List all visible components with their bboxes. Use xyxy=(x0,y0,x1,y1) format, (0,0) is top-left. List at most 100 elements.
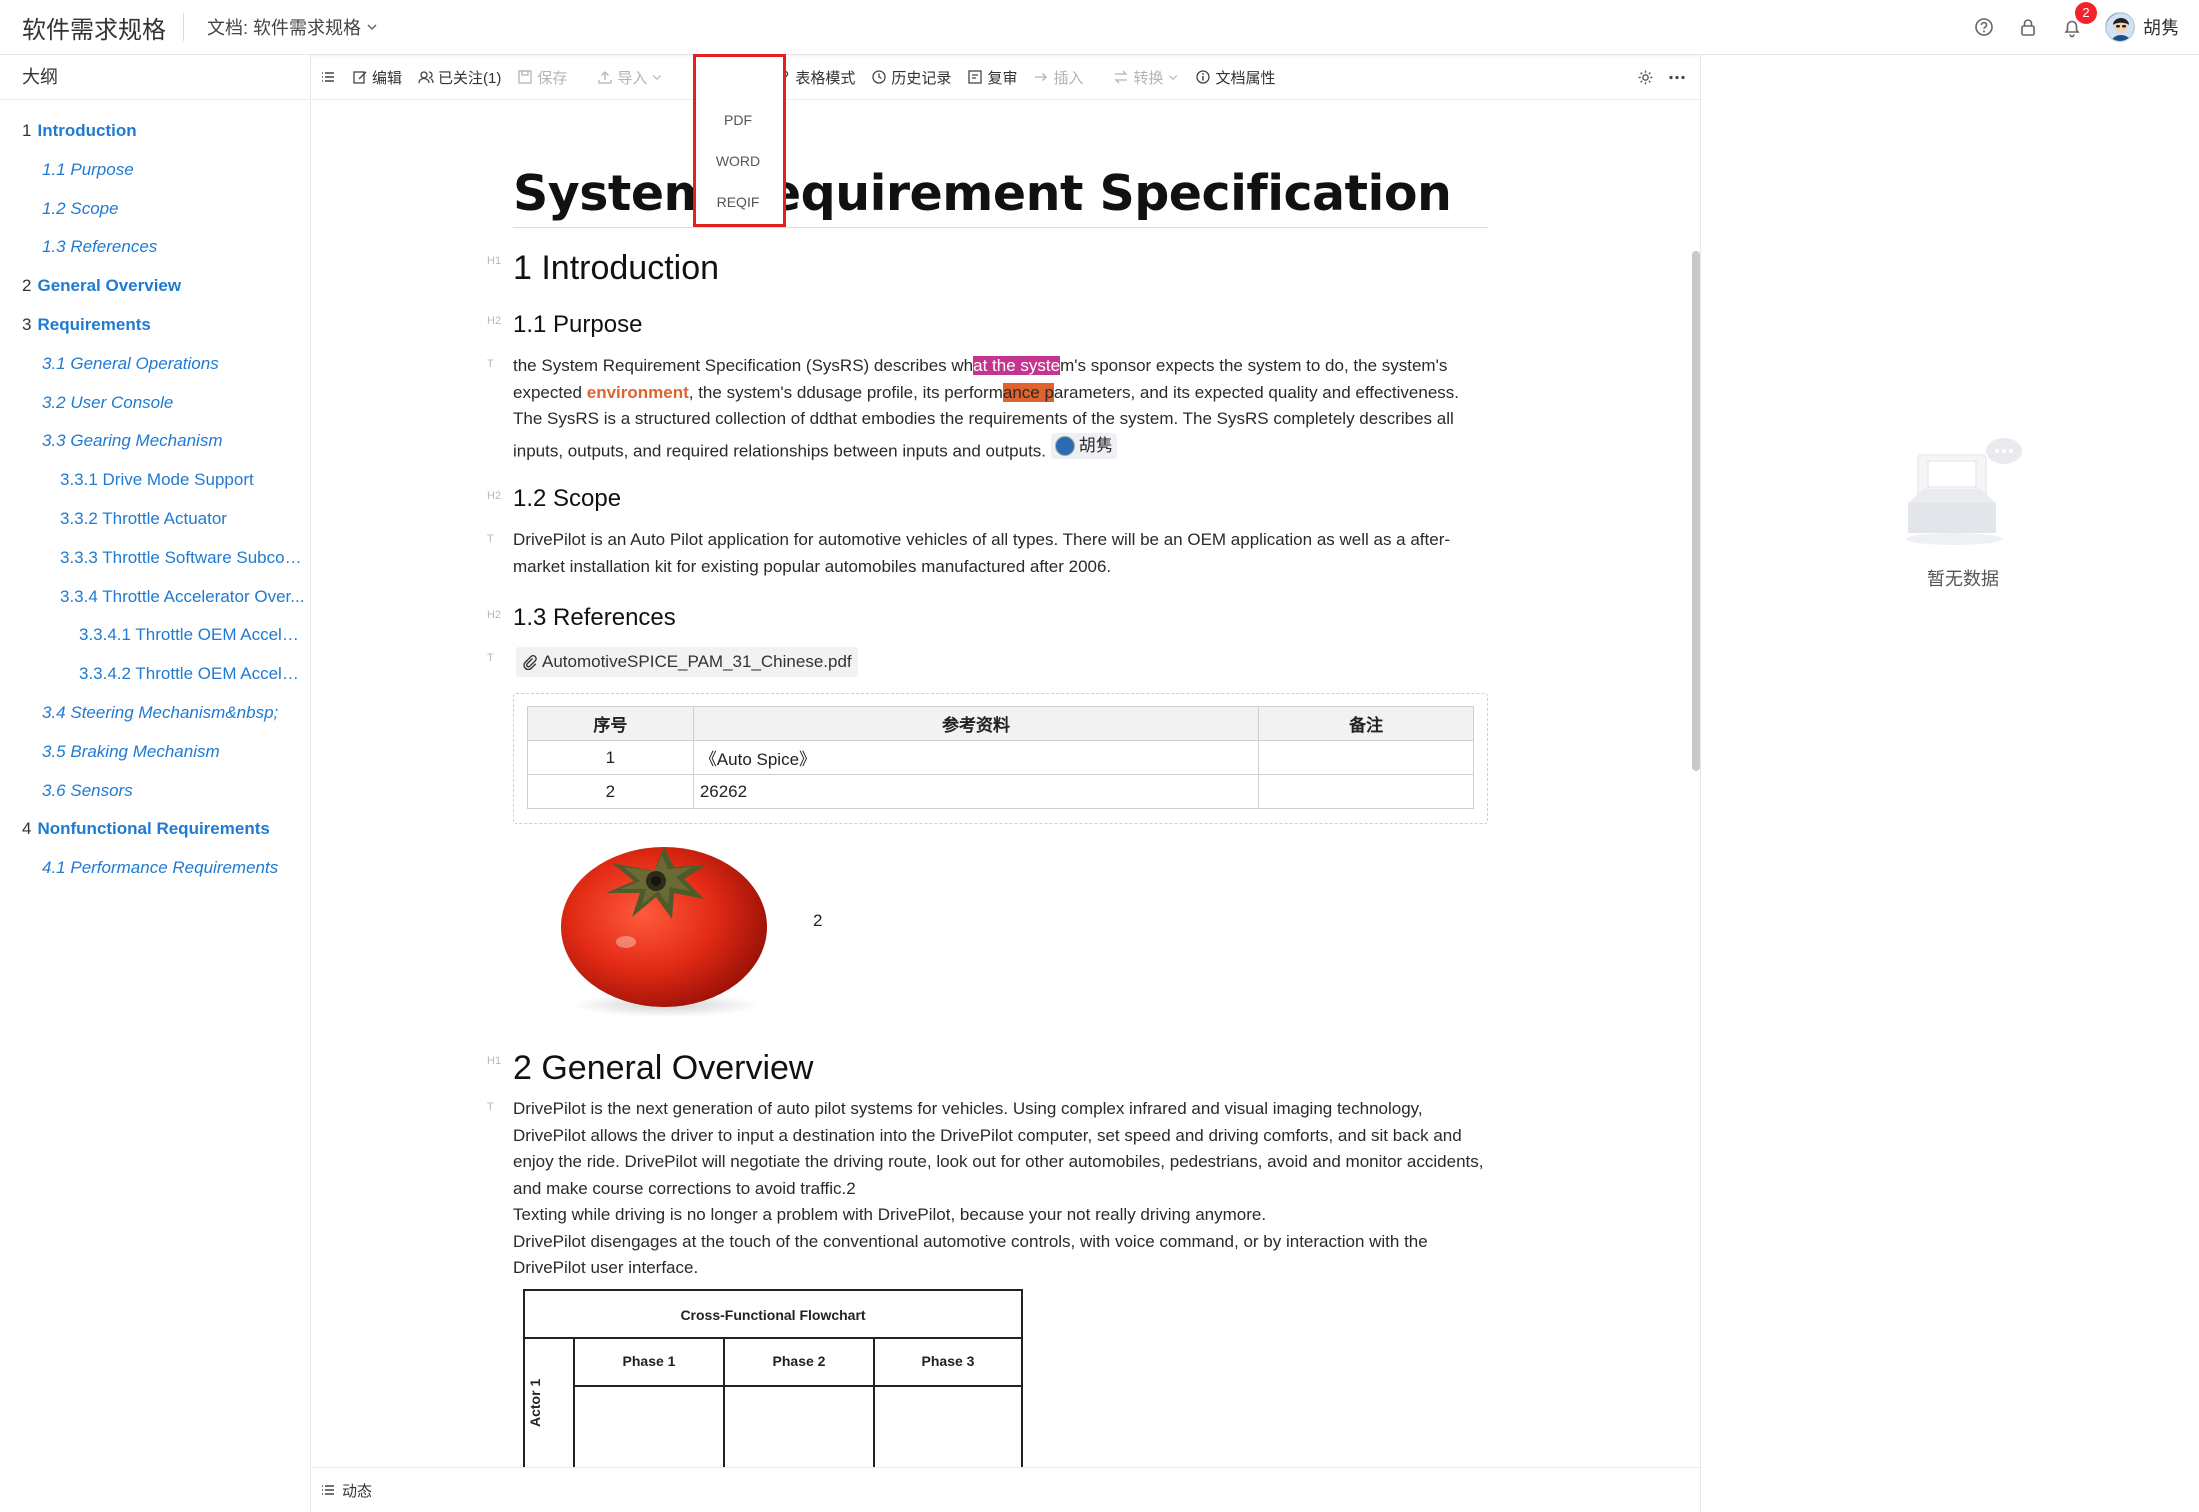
heading-level-marker: H1 xyxy=(487,1055,502,1067)
heading-references[interactable]: 1.3 References xyxy=(513,603,676,633)
history-label: 历史记录 xyxy=(891,69,952,87)
overview-line: DrivePilot disengages at the touch of th… xyxy=(513,1231,1428,1278)
outline-item[interactable]: 3.1 General Operations xyxy=(0,345,310,384)
insert-button[interactable]: 插入 xyxy=(1025,55,1091,100)
persimmon-image[interactable] xyxy=(516,827,808,1020)
image-caption: 2 xyxy=(813,911,823,930)
outline-title: 大纲 xyxy=(0,55,310,100)
user-mention[interactable]: 胡隽 xyxy=(1050,432,1117,459)
mention-name: 胡隽 xyxy=(1078,435,1113,455)
cross-functional-flowchart[interactable]: Cross-Functional Flowchart Actor 1 Phase… xyxy=(523,1289,1023,1467)
outline-item[interactable]: 3.6 Sensors xyxy=(0,772,310,811)
outline-item[interactable]: 3.2 User Console xyxy=(0,384,310,423)
table-mode-label: 表格模式 xyxy=(795,69,856,87)
outline-item[interactable]: 3.3.2 Throttle Actuator xyxy=(0,500,310,539)
help-icon[interactable] xyxy=(1973,16,1995,38)
table-row: 1 《Auto Spice》 xyxy=(527,740,1474,775)
chevron-down-icon xyxy=(367,24,377,31)
outline-item[interactable]: 4 Nonfunctional Requirements xyxy=(0,810,310,849)
outline-item-label: 3.3.4.1 Throttle OEM Acceler... xyxy=(79,625,310,645)
flowchart-phase: Phase 2 xyxy=(725,1337,875,1387)
outline-item[interactable]: 4.1 Performance Requirements xyxy=(0,849,310,888)
outline-item-label: 3.3.4 Throttle Accelerator Over... xyxy=(60,586,305,606)
heading-introduction[interactable]: 1 Introduction xyxy=(513,247,719,289)
user-name: 胡隽 xyxy=(2143,18,2179,38)
outline-item-label: 3.3.3 Throttle Software Subcon... xyxy=(60,547,309,567)
export-dropdown-menu: PDF WORD REQIF xyxy=(698,100,778,223)
paragraph-overview[interactable]: DrivePilot is the next generation of aut… xyxy=(513,1096,1488,1282)
settings-gear-icon[interactable] xyxy=(1637,69,1654,86)
convert-label: 转换 xyxy=(1133,69,1164,87)
heading-scope[interactable]: 1.2 Scope xyxy=(513,484,621,514)
outline-item[interactable]: 1.2 Scope xyxy=(0,190,310,229)
save-button[interactable]: 保存 xyxy=(509,55,575,100)
review-button[interactable]: 复审 xyxy=(959,55,1025,100)
outline-item[interactable]: 2 General Overview xyxy=(0,267,310,306)
heading-general-overview[interactable]: 2 General Overview xyxy=(513,1047,813,1089)
export-pdf-option[interactable]: PDF xyxy=(698,100,778,141)
flowchart-phase: Phase 1 xyxy=(575,1337,725,1387)
attachment-name: AutomotiveSPICE_PAM_31_Chinese.pdf xyxy=(542,652,852,671)
export-word-option[interactable]: WORD xyxy=(698,141,778,182)
outline-item[interactable]: 3.5 Braking Mechanism xyxy=(0,733,310,772)
outline-item[interactable]: 3.3.1 Drive Mode Support xyxy=(0,461,310,500)
outline-item[interactable]: 3.4 Steering Mechanism&nbsp; xyxy=(0,694,310,733)
outline-item[interactable]: 3.3 Gearing Mechanism xyxy=(0,422,310,461)
outline-item[interactable]: 1.3 References xyxy=(0,228,310,267)
outline-item[interactable]: 3.3.4.2 Throttle OEM Acceler... xyxy=(0,655,310,694)
doc-breadcrumb[interactable]: 文档: 软件需求规格 xyxy=(207,14,379,40)
export-reqif-option[interactable]: REQIF xyxy=(698,182,778,223)
empty-state-text: 暂无数据 xyxy=(1927,569,1999,589)
outline-item[interactable]: 3.3.4 Throttle Accelerator Over... xyxy=(0,578,310,617)
outline-item[interactable]: 1 Introduction xyxy=(0,112,310,151)
lock-icon[interactable] xyxy=(2017,16,2039,38)
table-cell[interactable] xyxy=(1258,740,1474,775)
activity-bar[interactable]: 动态 xyxy=(312,1467,1700,1512)
edit-icon xyxy=(353,71,367,84)
document-scrollbar[interactable] xyxy=(1692,251,1700,771)
outline-item-label: 3.4 Steering Mechanism&nbsp; xyxy=(42,702,279,722)
table-cell[interactable]: 2 xyxy=(527,774,694,809)
more-icon[interactable] xyxy=(1668,69,1686,86)
follow-button[interactable]: 已关注(1) xyxy=(410,55,509,100)
user-menu[interactable]: 胡隽 xyxy=(2105,12,2179,42)
editor-toolbar: 编辑 已关注(1) 保存 导入 导出 表格模式 历史记录 复审 插入 转换 xyxy=(312,55,1700,100)
activity-label: 动态 xyxy=(342,1482,373,1500)
paragraph-marker: T xyxy=(487,358,494,370)
paragraph-purpose[interactable]: the System Requirement Specification (Sy… xyxy=(513,353,1488,464)
outline-item[interactable]: 3.3.3 Throttle Software Subcon... xyxy=(0,539,310,578)
insert-label: 插入 xyxy=(1053,69,1084,87)
save-icon xyxy=(518,70,533,84)
outline-toggle-button[interactable] xyxy=(312,55,344,100)
save-label: 保存 xyxy=(537,69,568,87)
paragraph-scope[interactable]: DrivePilot is an Auto Pilot application … xyxy=(513,527,1488,580)
convert-button[interactable]: 转换 xyxy=(1105,55,1187,100)
references-table[interactable]: 序号 参考资料 备注 1 《Auto Spice》 2 26262 xyxy=(527,706,1474,809)
paragraph-marker: T xyxy=(487,652,494,664)
outline-item-label: 3.1 General Operations xyxy=(42,353,219,373)
table-cell[interactable]: 26262 xyxy=(692,774,1260,809)
import-button[interactable]: 导入 xyxy=(589,55,671,100)
doc-breadcrumb-label: 文档: 软件需求规格 xyxy=(207,18,362,38)
outline-item[interactable]: 3.3.4.1 Throttle OEM Acceler... xyxy=(0,616,310,655)
right-side-panel: 暂无数据 xyxy=(1700,55,2199,1512)
users-icon xyxy=(418,71,434,84)
outline-item[interactable]: 3 Requirements xyxy=(0,306,310,345)
table-cell[interactable] xyxy=(1258,774,1474,809)
document-title[interactable]: System Requirement Specification xyxy=(513,165,1488,228)
outline-item-label: 3.3 Gearing Mechanism xyxy=(42,431,223,451)
attachment-link[interactable]: AutomotiveSPICE_PAM_31_Chinese.pdf xyxy=(516,647,858,677)
app-title[interactable]: 软件需求规格 xyxy=(22,10,166,45)
paragraph-marker: T xyxy=(487,1101,494,1113)
edit-button[interactable]: 编辑 xyxy=(344,55,410,100)
table-cell[interactable]: 《Auto Spice》 xyxy=(692,740,1260,775)
table-cell[interactable]: 1 xyxy=(527,740,694,775)
outline-item[interactable]: 1.1 Purpose xyxy=(0,151,310,190)
notification-bell-icon[interactable]: 2 xyxy=(2061,2,2097,38)
upload-icon xyxy=(598,71,613,84)
history-button[interactable]: 历史记录 xyxy=(863,55,959,100)
document-area: System Requirement Specification H1 1 In… xyxy=(312,101,1700,1467)
heading-purpose[interactable]: 1.1 Purpose xyxy=(513,310,642,340)
doc-properties-button[interactable]: 文档属性 xyxy=(1187,55,1283,100)
outline-item-label: Introduction xyxy=(37,121,137,140)
